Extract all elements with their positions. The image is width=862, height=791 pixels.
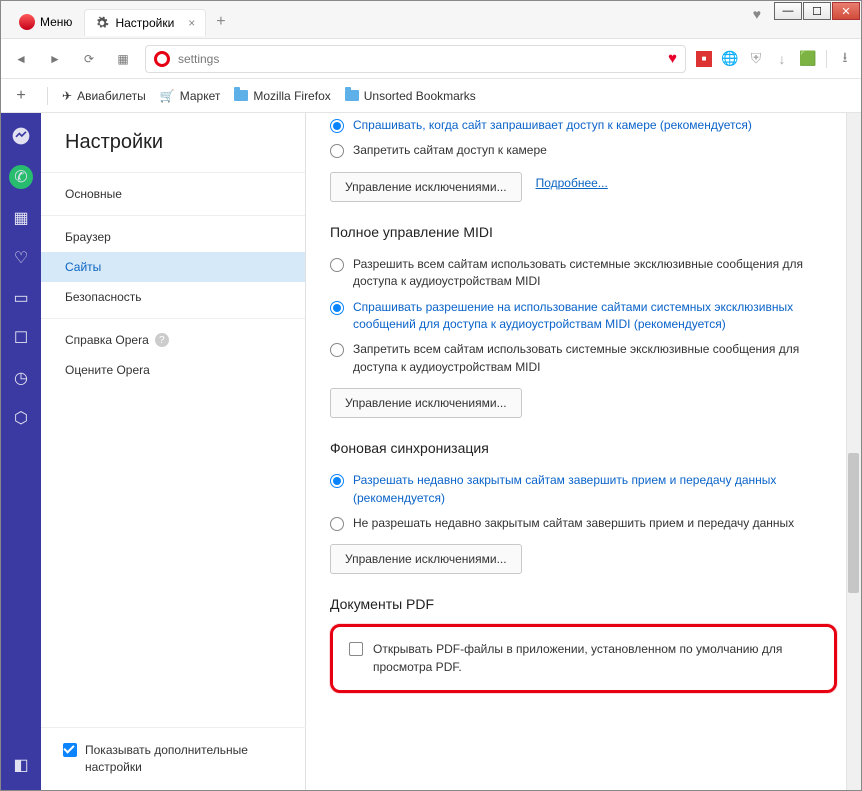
plane-icon: ✈ xyxy=(62,89,72,103)
messenger-icon[interactable] xyxy=(10,125,32,147)
camera-deny-radio[interactable] xyxy=(330,144,344,158)
add-bookmark-button[interactable]: + xyxy=(9,87,33,105)
forward-button[interactable]: ► xyxy=(43,47,67,71)
extension-icon[interactable]: ■ xyxy=(696,51,712,67)
folder-icon xyxy=(234,90,248,101)
tab-settings[interactable]: Настройки × xyxy=(84,9,206,36)
camera-deny-label: Запретить сайтам доступ к камере xyxy=(353,142,837,159)
download-arrow-icon[interactable]: ↓ xyxy=(774,51,790,67)
bgsync-deny-radio[interactable] xyxy=(330,517,344,531)
shield-icon[interactable]: ⛨ xyxy=(748,51,764,67)
address-input[interactable] xyxy=(178,52,660,66)
camera-ask-label: Спрашивать, когда сайт запрашивает досту… xyxy=(353,117,837,134)
midi-allow-label: Разрешить всем сайтам использовать систе… xyxy=(353,256,837,291)
maximize-button[interactable]: ☐ xyxy=(803,2,831,20)
bgsync-allow-label: Разрешать недавно закрытым сайтам заверш… xyxy=(353,472,837,507)
show-advanced-checkbox[interactable] xyxy=(63,743,77,757)
bookmark-item[interactable]: Mozilla Firefox xyxy=(234,89,330,103)
extensions-icon[interactable]: ⬡ xyxy=(10,407,32,429)
pdf-open-external-checkbox[interactable] xyxy=(349,642,363,656)
midi-exceptions-button[interactable]: Управление исключениями... xyxy=(330,388,522,418)
address-field[interactable]: ♥ xyxy=(145,45,686,73)
folder-icon xyxy=(345,90,359,101)
nav-rate[interactable]: Оцените Opera xyxy=(41,355,305,385)
pdf-open-external-label: Открывать PDF-файлы в приложении, устано… xyxy=(373,641,818,676)
new-tab-button[interactable]: + xyxy=(216,13,225,31)
speed-dial-button[interactable]: ▦ xyxy=(111,47,135,71)
bgsync-section-title: Фоновая синхронизация xyxy=(330,440,837,456)
extension-icon[interactable]: 🟩 xyxy=(800,51,816,67)
pdf-section-title: Документы PDF xyxy=(330,596,837,612)
gear-icon xyxy=(95,16,109,30)
midi-allow-radio[interactable] xyxy=(330,258,344,272)
side-rail: ✆ ▦ ♡ ▭ ☐ ◷ ⬡ ◧ xyxy=(1,113,41,790)
midi-ask-radio[interactable] xyxy=(330,301,344,315)
bookmark-item[interactable]: Unsorted Bookmarks xyxy=(345,89,476,103)
whatsapp-icon[interactable]: ✆ xyxy=(9,165,33,189)
heart-icon[interactable]: ♥ xyxy=(668,50,677,67)
scrollbar[interactable] xyxy=(846,113,861,790)
nav-basic[interactable]: Основные xyxy=(41,179,305,209)
collapse-icon[interactable]: ◧ xyxy=(10,754,32,776)
bgsync-allow-radio[interactable] xyxy=(330,474,344,488)
midi-ask-label: Спрашивать разрешение на использование с… xyxy=(353,299,837,334)
opera-o-icon xyxy=(154,51,170,67)
grid-icon[interactable]: ▦ xyxy=(10,207,32,229)
tab-close-icon[interactable]: × xyxy=(188,16,195,30)
midi-deny-radio[interactable] xyxy=(330,343,344,357)
bgsync-exceptions-button[interactable]: Управление исключениями... xyxy=(330,544,522,574)
settings-nav: Настройки Основные Браузер Сайты Безопас… xyxy=(41,113,306,790)
pdf-highlight-box: Открывать PDF-файлы в приложении, устано… xyxy=(330,624,837,693)
nav-security[interactable]: Безопасность xyxy=(41,282,305,312)
reload-button[interactable]: ⟳ xyxy=(77,47,101,71)
bookmark-label: Unsorted Bookmarks xyxy=(364,89,476,103)
help-icon: ? xyxy=(155,333,169,347)
bookmark-item[interactable]: ✈ Авиабилеты xyxy=(62,89,146,103)
opera-logo-icon xyxy=(19,14,35,30)
history-icon[interactable]: ◷ xyxy=(10,367,32,389)
menu-label: Меню xyxy=(40,15,72,29)
midi-section-title: Полное управление MIDI xyxy=(330,224,837,240)
nav-help-label: Справка Opera xyxy=(65,333,149,347)
bookmark-icon[interactable]: ☐ xyxy=(10,327,32,349)
bookmark-label: Mozilla Firefox xyxy=(253,89,330,103)
window-controls: — ☐ ✕ xyxy=(773,1,861,21)
main-menu-button[interactable]: Меню xyxy=(11,10,80,34)
system-tray-icon: ♥ xyxy=(753,6,761,22)
page-title: Настройки xyxy=(41,131,305,172)
camera-exceptions-button[interactable]: Управление исключениями... xyxy=(330,172,522,202)
heart-outline-icon[interactable]: ♡ xyxy=(10,247,32,269)
cart-icon: 🛒 xyxy=(160,89,175,103)
scroll-thumb[interactable] xyxy=(848,453,859,593)
bookmark-label: Маркет xyxy=(180,89,221,103)
close-button[interactable]: ✕ xyxy=(832,2,860,20)
show-advanced-label: Показывать дополнительные настройки xyxy=(85,742,284,776)
back-button[interactable]: ◄ xyxy=(9,47,33,71)
nav-browser[interactable]: Браузер xyxy=(41,222,305,252)
nav-sites[interactable]: Сайты xyxy=(41,252,305,282)
bgsync-deny-label: Не разрешать недавно закрытым сайтам зав… xyxy=(353,515,837,532)
download-icon[interactable]: ⭳ xyxy=(837,51,853,67)
tab-label: Настройки xyxy=(115,16,174,30)
news-icon[interactable]: ▭ xyxy=(10,287,32,309)
midi-deny-label: Запретить всем сайтам использовать систе… xyxy=(353,341,837,376)
camera-learn-more-link[interactable]: Подробнее... xyxy=(536,176,608,190)
globe-icon[interactable]: 🌐 xyxy=(722,51,738,67)
nav-help[interactable]: Справка Opera? xyxy=(41,325,305,355)
bookmark-item[interactable]: 🛒 Маркет xyxy=(160,89,221,103)
minimize-button[interactable]: — xyxy=(774,2,802,20)
settings-content: Спрашивать, когда сайт запрашивает досту… xyxy=(306,113,861,790)
camera-ask-radio[interactable] xyxy=(330,119,344,133)
bookmark-label: Авиабилеты xyxy=(77,89,146,103)
